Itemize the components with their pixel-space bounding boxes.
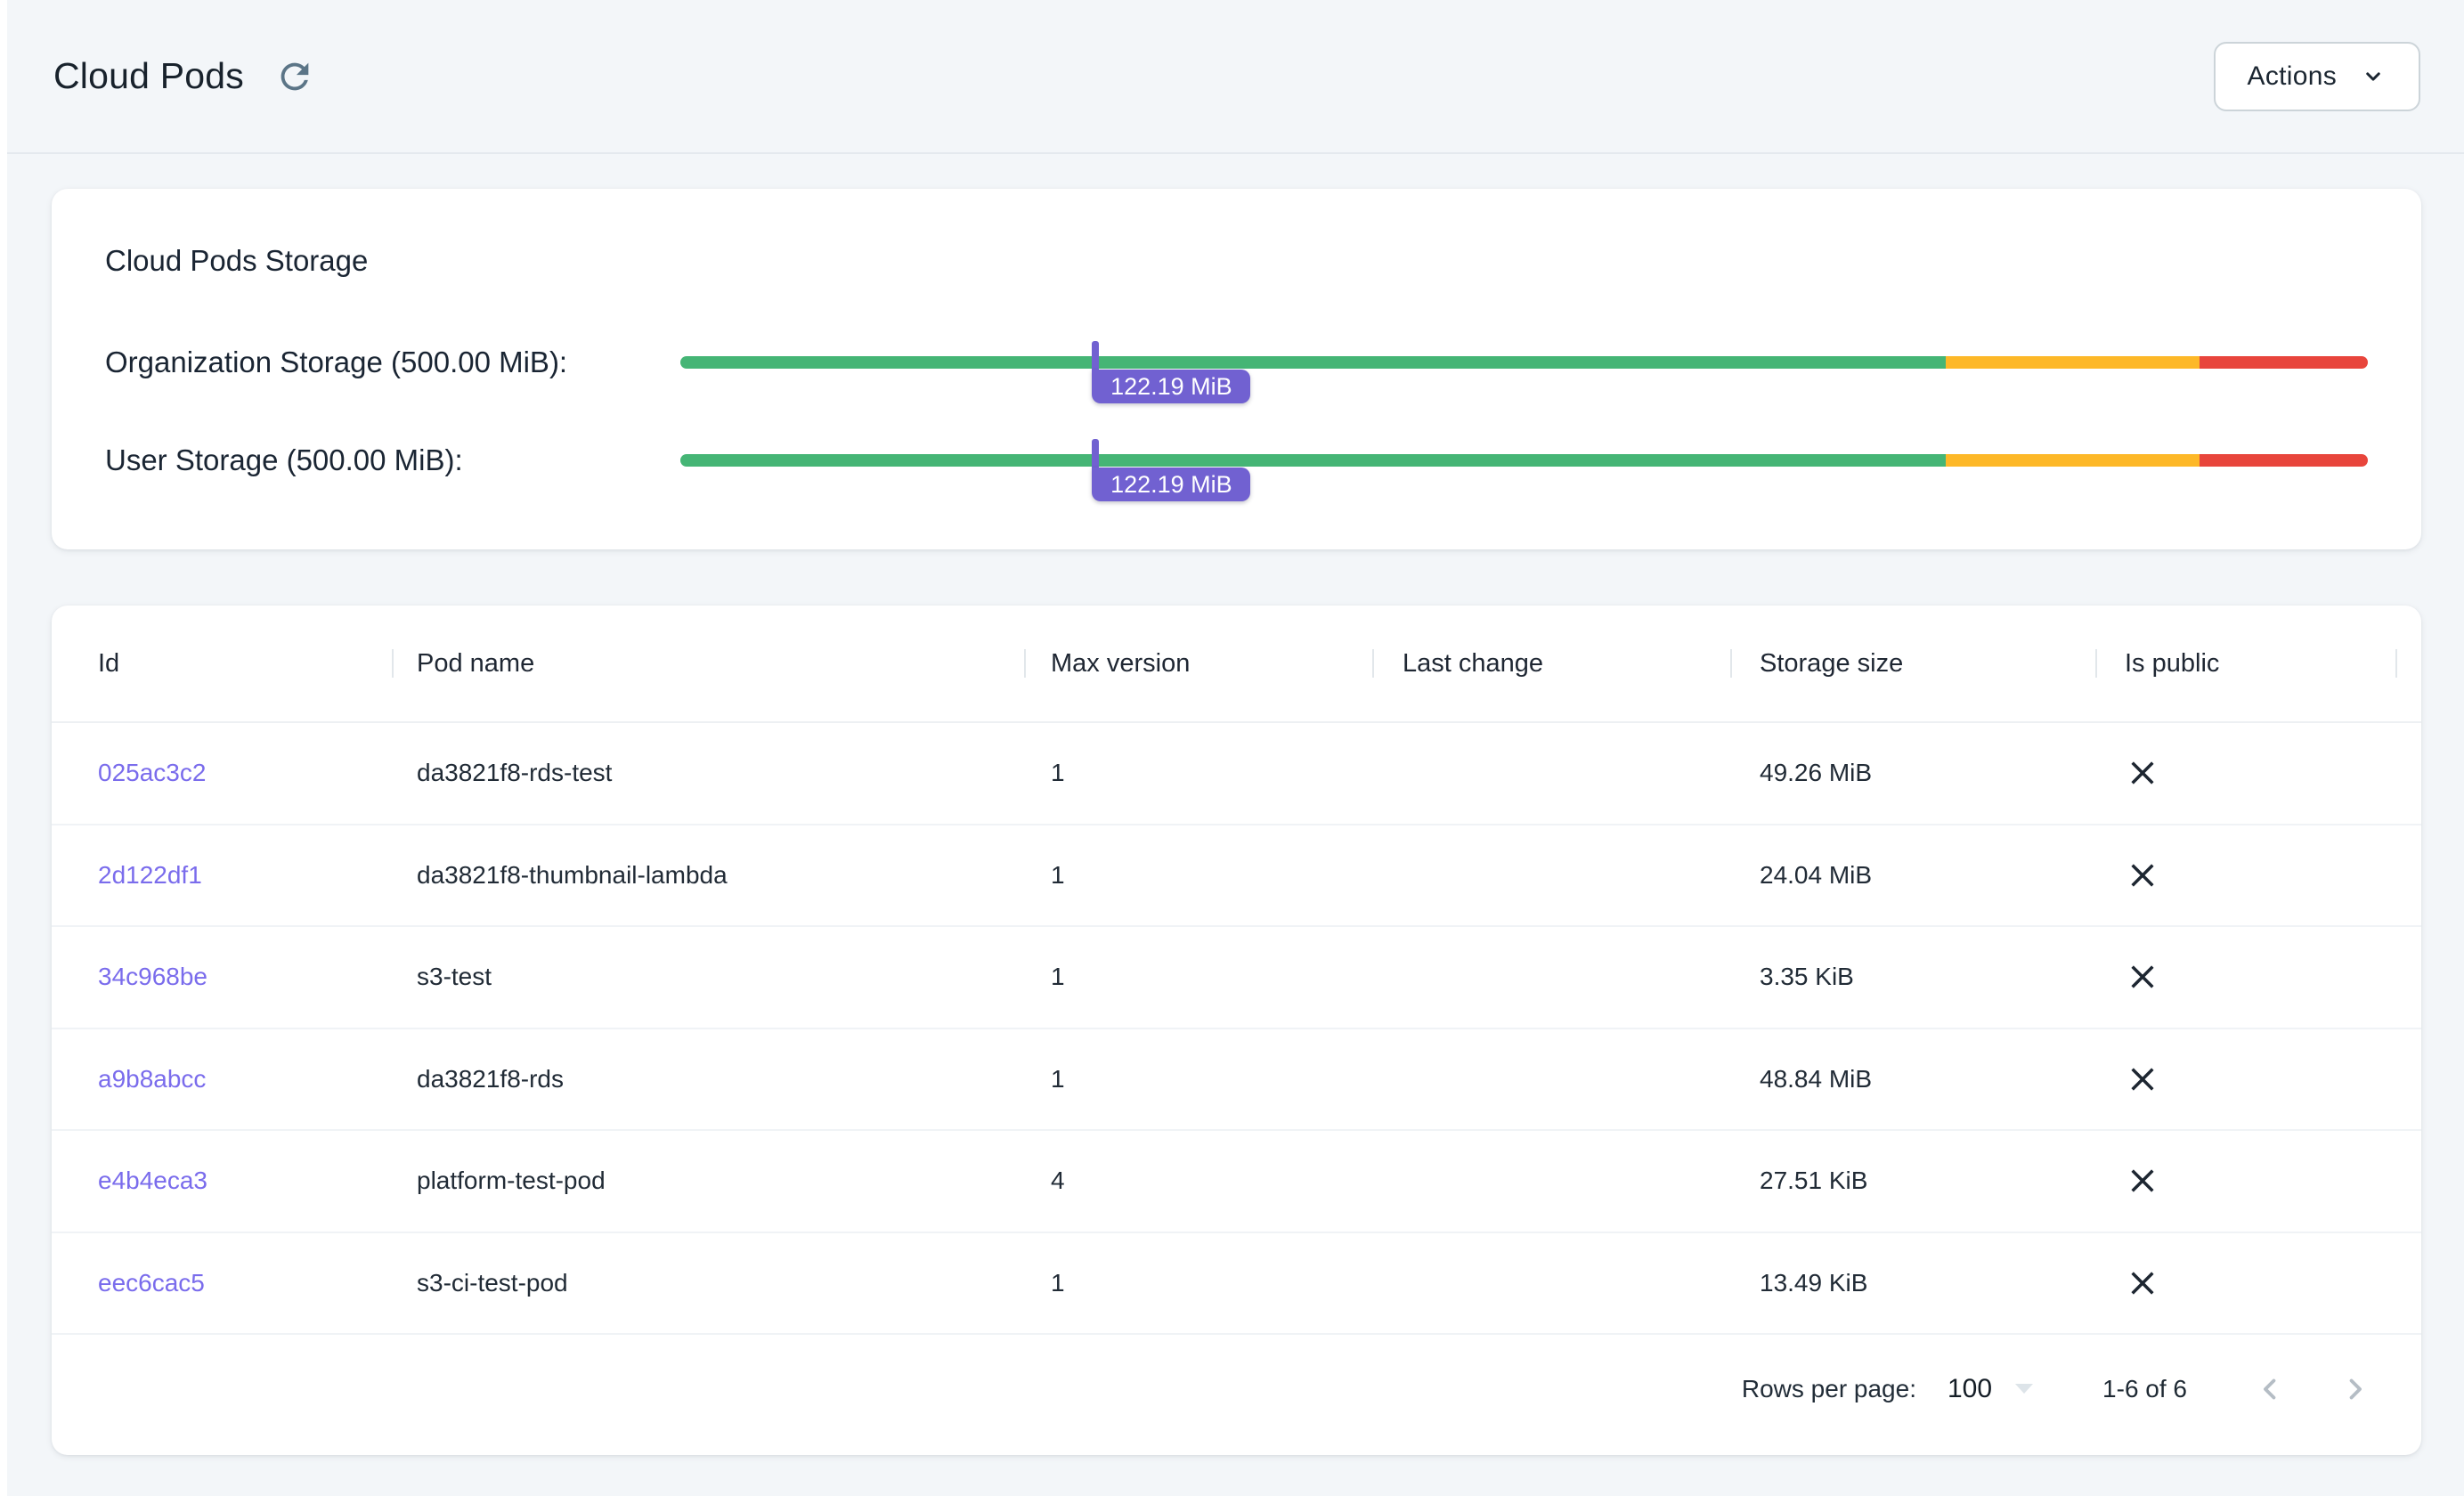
page-header: Cloud Pods Actions (7, 0, 2464, 154)
max-version-cell: 4 (1024, 1131, 1372, 1232)
storage-size-cell: 48.84 MiB (1730, 1029, 2095, 1130)
column-header-pod-name[interactable]: Pod name (392, 606, 1024, 721)
table-header-row: Id Pod name Max version Last change Stor… (52, 606, 2421, 723)
pod-name-cell: da3821f8-thumbnail-lambda (392, 825, 1024, 926)
pod-id-link[interactable]: 025ac3c2 (98, 759, 206, 787)
last-change-cell (1372, 825, 1730, 926)
user-storage-marker (1092, 439, 1099, 468)
not-public-icon (2125, 1061, 2160, 1097)
table-pagination: Rows per page: 100 1-6 of 6 (52, 1335, 2421, 1455)
column-header-last-change[interactable]: Last change (1372, 606, 1730, 721)
pod-id-link[interactable]: 34c968be (98, 963, 207, 991)
select-arrow-icon (2015, 1384, 2033, 1394)
pod-name-cell: s3-test (392, 927, 1024, 1028)
user-storage-value-badge: 122.19 MiB (1092, 467, 1250, 501)
storage-card-title: Cloud Pods Storage (105, 244, 368, 278)
is-public-cell (2095, 1029, 2421, 1130)
max-version-cell: 1 (1024, 927, 1372, 1028)
org-storage-marker (1092, 341, 1099, 370)
page-title: Cloud Pods (53, 55, 244, 97)
storage-size-cell: 24.04 MiB (1730, 825, 2095, 926)
not-public-icon (2125, 1265, 2160, 1301)
storage-size-cell: 49.26 MiB (1730, 723, 2095, 824)
user-storage-gauge: 122.19 MiB (680, 454, 2368, 467)
last-change-cell (1372, 1233, 1730, 1334)
pod-id-link[interactable]: a9b8abcc (98, 1065, 206, 1094)
table-row: 34c968be s3-test 1 3.35 KiB (52, 927, 2421, 1029)
pod-id-link[interactable]: e4b4eca3 (98, 1167, 207, 1195)
user-storage-label: User Storage (500.00 MiB): (105, 440, 463, 481)
column-header-id[interactable]: Id (52, 606, 392, 721)
pod-id-link[interactable]: 2d122df1 (98, 861, 202, 890)
last-change-cell (1372, 723, 1730, 824)
column-header-storage-size[interactable]: Storage size (1730, 606, 2095, 721)
refresh-icon (274, 56, 315, 97)
max-version-cell: 1 (1024, 1233, 1372, 1334)
org-storage-gauge: 122.19 MiB (680, 356, 2368, 369)
org-storage-value-badge: 122.19 MiB (1092, 370, 1250, 403)
pod-name-cell: s3-ci-test-pod (392, 1233, 1024, 1334)
actions-button-label: Actions (2248, 61, 2337, 92)
pod-id-link[interactable]: eec6cac5 (98, 1269, 205, 1297)
previous-page-button[interactable] (2249, 1369, 2290, 1410)
gauge-amber-segment (1946, 454, 2199, 467)
chevron-down-icon (2360, 63, 2387, 90)
not-public-icon (2125, 1163, 2160, 1199)
is-public-cell (2095, 927, 2421, 1028)
refresh-button[interactable] (271, 53, 319, 101)
pods-table-card: Id Pod name Max version Last change Stor… (52, 606, 2421, 1455)
is-public-cell (2095, 825, 2421, 926)
max-version-cell: 1 (1024, 1029, 1372, 1130)
last-change-cell (1372, 1131, 1730, 1232)
actions-button[interactable]: Actions (2214, 42, 2420, 111)
table-row: e4b4eca3 platform-test-pod 4 27.51 KiB (52, 1131, 2421, 1233)
next-page-button[interactable] (2335, 1369, 2376, 1410)
max-version-cell: 1 (1024, 723, 1372, 824)
is-public-cell (2095, 723, 2421, 824)
table-row: eec6cac5 s3-ci-test-pod 1 13.49 KiB (52, 1233, 2421, 1336)
rows-per-page-value: 100 (1948, 1374, 1992, 1404)
pod-name-cell: platform-test-pod (392, 1131, 1024, 1232)
table-row: a9b8abcc da3821f8-rds 1 48.84 MiB (52, 1029, 2421, 1132)
last-change-cell (1372, 927, 1730, 1028)
max-version-cell: 1 (1024, 825, 1372, 926)
column-header-is-public[interactable]: Is public (2095, 606, 2421, 721)
storage-size-cell: 27.51 KiB (1730, 1131, 2095, 1232)
chevron-right-icon (2338, 1372, 2372, 1406)
not-public-icon (2125, 959, 2160, 995)
user-storage-track (680, 454, 2368, 467)
rows-per-page-select[interactable]: 100 (1948, 1374, 2033, 1404)
is-public-cell (2095, 1131, 2421, 1232)
rows-per-page-label: Rows per page: (1742, 1375, 1916, 1403)
pod-name-cell: da3821f8-rds-test (392, 723, 1024, 824)
gauge-green-segment (680, 454, 1946, 467)
gauge-amber-segment (1946, 356, 2199, 369)
pagination-range-label: 1-6 of 6 (2102, 1375, 2187, 1403)
storage-size-cell: 13.49 KiB (1730, 1233, 2095, 1334)
table-row: 2d122df1 da3821f8-thumbnail-lambda 1 24.… (52, 825, 2421, 928)
chevron-left-icon (2253, 1372, 2287, 1406)
storage-card: Cloud Pods Storage Organization Storage … (52, 189, 2421, 549)
pod-name-cell: da3821f8-rds (392, 1029, 1024, 1130)
column-header-max-version[interactable]: Max version (1024, 606, 1372, 721)
not-public-icon (2125, 755, 2160, 791)
org-storage-label: Organization Storage (500.00 MiB): (105, 342, 567, 383)
cloud-pods-page: Cloud Pods Actions Cloud Pods Storage Or… (0, 0, 2464, 1496)
storage-size-cell: 3.35 KiB (1730, 927, 2095, 1028)
table-row: 025ac3c2 da3821f8-rds-test 1 49.26 MiB (52, 723, 2421, 825)
gauge-red-segment (2200, 454, 2369, 467)
not-public-icon (2125, 858, 2160, 893)
gauge-green-segment (680, 356, 1946, 369)
org-storage-track (680, 356, 2368, 369)
last-change-cell (1372, 1029, 1730, 1130)
gauge-red-segment (2200, 356, 2369, 369)
is-public-cell (2095, 1233, 2421, 1334)
scrollbar-track (0, 0, 7, 1496)
